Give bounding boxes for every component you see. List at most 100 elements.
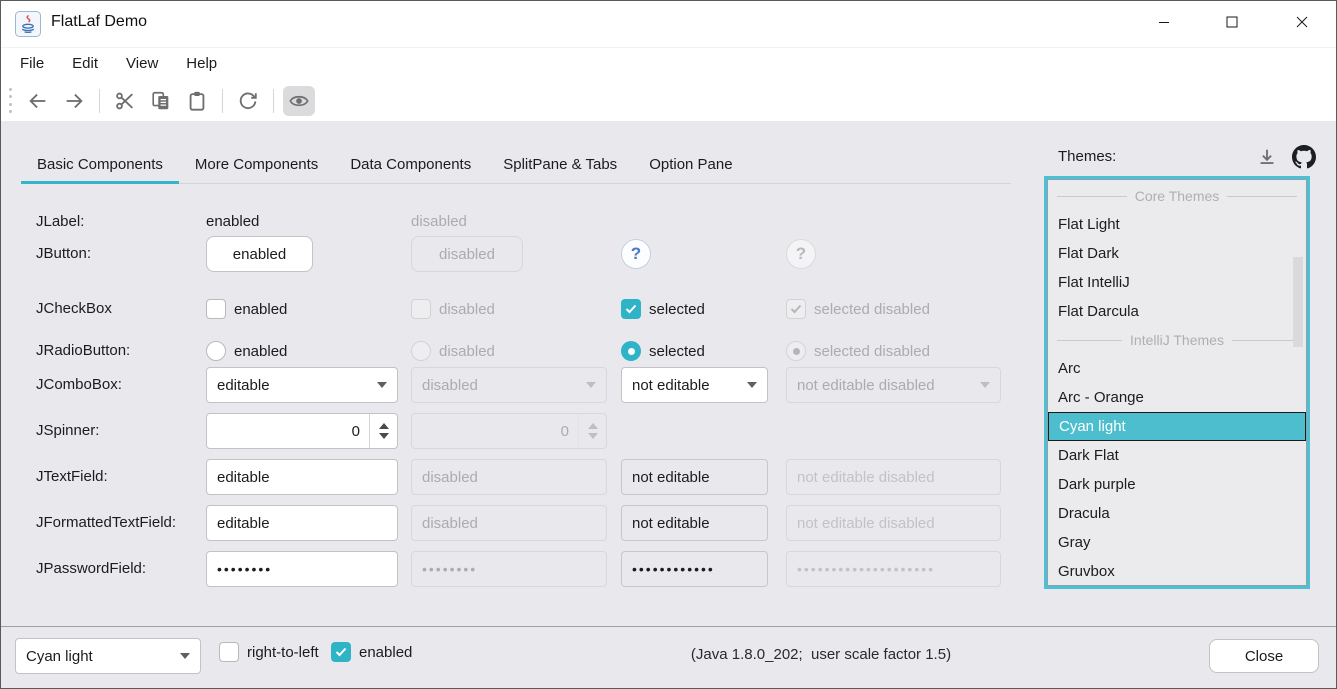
- spinner-disabled: 0: [411, 413, 607, 449]
- theme-item-flat-darcula[interactable]: Flat Darcula: [1048, 297, 1306, 326]
- theme-item-arc[interactable]: Arc: [1048, 354, 1306, 383]
- close-button[interactable]: Close: [1209, 639, 1319, 673]
- theme-item-flat-intellij[interactable]: Flat IntelliJ: [1048, 268, 1306, 297]
- tab-data-components[interactable]: Data Components: [334, 145, 487, 184]
- radio-disabled: [411, 341, 431, 361]
- close-window-button[interactable]: [1279, 1, 1325, 43]
- help-button[interactable]: ?: [621, 239, 651, 269]
- minimize-button[interactable]: [1141, 1, 1187, 43]
- textfield-disabled: disabled: [411, 459, 607, 495]
- spinner-up-icon[interactable]: [379, 423, 389, 429]
- textfield-not-editable[interactable]: not editable: [621, 459, 768, 495]
- paste-button[interactable]: [181, 86, 213, 116]
- chevron-down-icon: [980, 382, 990, 388]
- jtextfield-row-label: JTextField:: [36, 459, 108, 495]
- spinner-value: 0: [412, 423, 578, 440]
- spinner-buttons[interactable]: [369, 414, 397, 448]
- radio-selected[interactable]: [621, 341, 641, 361]
- combobox-not-editable-disabled: not editable disabled: [786, 367, 1001, 403]
- theme-item-dark-purple[interactable]: Dark purple: [1048, 470, 1306, 499]
- tab-more-components[interactable]: More Components: [179, 145, 334, 184]
- passwordfield-disabled: ••••••••: [411, 551, 607, 587]
- separator-label: IntelliJ Themes: [1130, 332, 1224, 348]
- theme-item-gruvbox[interactable]: Gruvbox: [1048, 557, 1306, 586]
- refresh-button[interactable]: [232, 86, 264, 116]
- formattedtextfield-disabled: disabled: [411, 505, 607, 541]
- right-to-left-label: right-to-left: [247, 644, 319, 661]
- themes-list[interactable]: Core Themes Flat Light Flat Dark Flat In…: [1047, 179, 1307, 586]
- theme-item-cyan-light[interactable]: Cyan light: [1048, 412, 1306, 441]
- eye-icon: [288, 90, 310, 112]
- themes-label: Themes:: [1058, 148, 1116, 165]
- chevron-down-icon: [586, 382, 596, 388]
- spinner-enabled[interactable]: 0: [206, 413, 398, 449]
- menu-help[interactable]: Help: [172, 48, 231, 80]
- combobox-value: disabled: [422, 377, 478, 394]
- spinner-value[interactable]: 0: [207, 423, 369, 440]
- radio-enabled-label: enabled: [234, 343, 287, 360]
- checkbox-enabled-label: enabled: [234, 301, 287, 318]
- theme-item-dark-flat[interactable]: Dark Flat: [1048, 441, 1306, 470]
- formattedtextfield-editable[interactable]: editable: [206, 505, 398, 541]
- combobox-value: not editable disabled: [797, 377, 935, 394]
- jspinner-row-label: JSpinner:: [36, 413, 99, 449]
- textfield-editable[interactable]: editable: [206, 459, 398, 495]
- jcombobox-row-label: JComboBox:: [36, 367, 122, 403]
- passwordfield-editable[interactable]: ••••••••: [206, 551, 398, 587]
- copy-button[interactable]: [145, 86, 177, 116]
- chevron-down-icon: [180, 653, 190, 659]
- themes-scrollbar-thumb[interactable]: [1293, 257, 1303, 347]
- combobox-not-editable[interactable]: not editable: [621, 367, 768, 403]
- list-separator-core-themes: Core Themes: [1048, 182, 1306, 210]
- toolbar-grip[interactable]: [9, 88, 12, 114]
- enabled-checkbox[interactable]: [331, 642, 351, 662]
- menu-view[interactable]: View: [112, 48, 172, 80]
- forward-arrow-icon: [63, 90, 85, 112]
- back-button[interactable]: [22, 86, 54, 116]
- jlabel-enabled: enabled: [206, 204, 259, 240]
- checkbox-enabled[interactable]: [206, 299, 226, 319]
- right-to-left-checkbox-group: right-to-left: [219, 642, 319, 662]
- theme-item-flat-light[interactable]: Flat Light: [1048, 210, 1306, 239]
- tab-basic-components[interactable]: Basic Components: [21, 145, 179, 184]
- list-separator-intellij-themes: IntelliJ Themes: [1048, 326, 1306, 354]
- menu-file[interactable]: File: [6, 48, 58, 80]
- chevron-down-icon: [747, 382, 757, 388]
- tab-option-pane[interactable]: Option Pane: [633, 145, 748, 184]
- spinner-up-icon: [588, 423, 598, 429]
- theme-item-arc-orange[interactable]: Arc - Orange: [1048, 383, 1306, 412]
- textfield-not-editable-disabled: not editable disabled: [786, 459, 1001, 495]
- github-icon[interactable]: [1292, 145, 1316, 169]
- download-icon[interactable]: [1256, 147, 1278, 169]
- passwordfield-not-editable[interactable]: ••••••••••••: [621, 551, 768, 587]
- show-toggle-button[interactable]: [283, 86, 315, 116]
- theme-item-flat-dark[interactable]: Flat Dark: [1048, 239, 1306, 268]
- formattedtextfield-not-editable[interactable]: not editable: [621, 505, 768, 541]
- checkbox-selected[interactable]: [621, 299, 641, 319]
- check-icon: [790, 304, 802, 314]
- right-to-left-checkbox[interactable]: [219, 642, 239, 662]
- minimize-icon: [1158, 16, 1170, 28]
- checkbox-disabled-label: disabled: [439, 301, 495, 318]
- jpasswordfield-row-label: JPasswordField:: [36, 551, 146, 587]
- forward-button[interactable]: [58, 86, 90, 116]
- combobox-editable[interactable]: editable: [206, 367, 398, 403]
- row-jtextfield: JTextField: editable disabled not editab…: [1, 459, 1041, 495]
- radio-enabled[interactable]: [206, 341, 226, 361]
- tab-splitpane-tabs[interactable]: SplitPane & Tabs: [487, 145, 633, 184]
- jformattedtextfield-row-label: JFormattedTextField:: [36, 505, 176, 541]
- cut-button[interactable]: [109, 86, 141, 116]
- window-title: FlatLaf Demo: [51, 13, 147, 31]
- enabled-button[interactable]: enabled: [206, 236, 313, 272]
- theme-item-dracula[interactable]: Dracula: [1048, 499, 1306, 528]
- spinner-down-icon[interactable]: [379, 433, 389, 439]
- checkbox-selected-label: selected: [649, 301, 705, 318]
- theme-combobox[interactable]: Cyan light: [15, 638, 201, 674]
- title-bar: FlatLaf Demo: [1, 1, 1337, 47]
- maximize-button[interactable]: [1209, 1, 1255, 43]
- chevron-down-icon: [377, 382, 387, 388]
- copy-icon: [150, 90, 172, 112]
- checkbox-selected-disabled: [786, 299, 806, 319]
- menu-edit[interactable]: Edit: [58, 48, 112, 80]
- theme-item-gray[interactable]: Gray: [1048, 528, 1306, 557]
